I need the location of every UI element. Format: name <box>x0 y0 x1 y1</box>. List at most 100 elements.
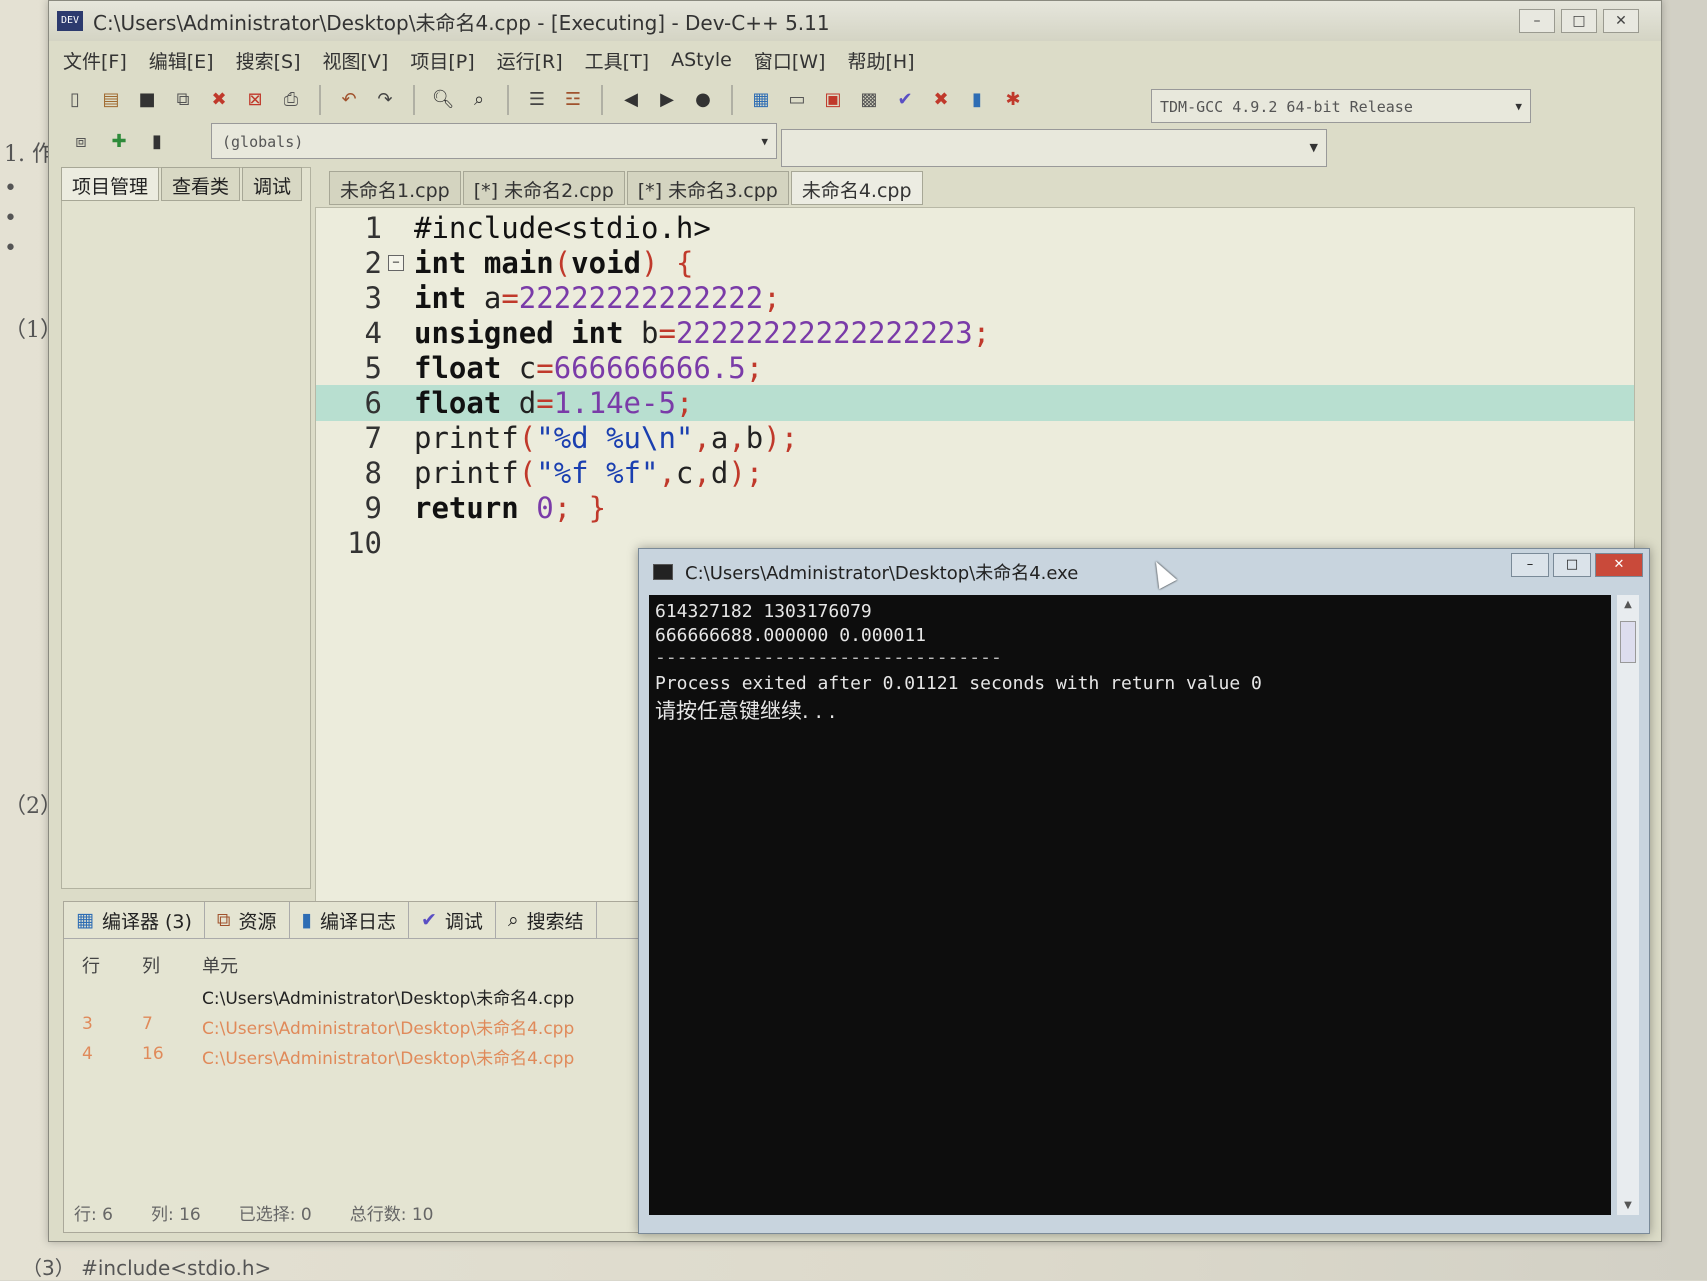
menu-window[interactable]: 窗口[W] <box>754 47 826 74</box>
tab-file-3[interactable]: [*] 未命名3.cpp <box>626 171 789 205</box>
tab-project[interactable]: 项目管理 <box>61 167 160 201</box>
chart-icon[interactable]: ▮ <box>963 86 991 114</box>
compile-icon[interactable]: ▦ <box>747 86 775 114</box>
new-file-icon[interactable]: ▯ <box>61 86 89 114</box>
indent-icon[interactable]: ☰ <box>523 86 551 114</box>
debug-icon[interactable]: ✱ <box>999 86 1027 114</box>
margin-bullet: • <box>4 206 17 231</box>
status-col: 16 <box>179 1205 201 1225</box>
console-output[interactable]: 614327182 1303176079 666666688.000000 0.… <box>649 595 1611 1215</box>
rebuild-icon[interactable]: ▩ <box>855 86 883 114</box>
tab-debug[interactable]: 调试 <box>242 167 303 201</box>
globals-value: (globals) <box>222 133 304 151</box>
line-number: 2 <box>364 246 382 280</box>
line-number: 5 <box>364 351 382 385</box>
console-title-bar[interactable]: C:\Users\Administrator\Desktop\未命名4.exe … <box>639 549 1649 595</box>
tab-file-1[interactable]: 未命名1.cpp <box>329 171 461 205</box>
fold-toggle-icon[interactable]: − <box>388 255 404 271</box>
tab-search-results[interactable]: ⌕ 搜索结 <box>496 902 597 938</box>
code-text: int main(void) { <box>414 246 694 280</box>
open-file-icon[interactable]: ▤ <box>97 86 125 114</box>
maximize-button[interactable]: □ <box>1561 9 1597 33</box>
unindent-icon[interactable]: ☲ <box>559 86 587 114</box>
menu-file[interactable]: 文件[F] <box>63 47 127 74</box>
save-icon[interactable]: ■ <box>133 86 161 114</box>
title-bar[interactable]: DEV C:\Users\Administrator\Desktop\未命名4.… <box>49 1 1661 41</box>
forward-icon[interactable]: ▶ <box>653 86 681 114</box>
tab-file-2[interactable]: [*] 未命名2.cpp <box>462 171 625 205</box>
stop-icon[interactable]: ✖ <box>927 86 955 114</box>
code-text: int a=22222222222222; <box>414 281 781 315</box>
menu-view[interactable]: 视图[V] <box>323 47 389 74</box>
code-line[interactable]: 5 float c=666666666.5; <box>316 350 1634 386</box>
remove-from-project-icon[interactable]: ▮ <box>143 128 171 156</box>
console-close-button[interactable]: ✕ <box>1595 553 1643 577</box>
menu-tools[interactable]: 工具[T] <box>585 47 649 74</box>
menu-edit[interactable]: 编辑[E] <box>149 47 214 74</box>
message-row[interactable]: C:\Users\Administrator\Desktop\未命名4.cpp <box>78 980 678 1010</box>
margin-bullet: • <box>4 236 17 261</box>
new-project-icon[interactable]: ⧈ <box>67 128 95 156</box>
console-title: C:\Users\Administrator\Desktop\未命名4.exe <box>685 563 1079 584</box>
save-all-icon[interactable]: ⧉ <box>169 86 197 114</box>
globals-select[interactable]: (globals) ▼ <box>211 123 777 159</box>
back-icon[interactable]: ◀ <box>617 86 645 114</box>
close-button[interactable]: ✕ <box>1603 9 1639 33</box>
message-row[interactable]: 4 16 C:\Users\Administrator\Desktop\未命名4… <box>78 1040 678 1070</box>
console-minimize-button[interactable]: – <box>1511 553 1549 577</box>
tab-compiler-label: 编译器 (3) <box>101 910 192 933</box>
line-number: 10 <box>347 526 382 560</box>
code-line[interactable]: 4 unsigned int b=22222222222222223; <box>316 315 1634 351</box>
window-title: C:\Users\Administrator\Desktop\未命名4.cpp … <box>93 10 830 35</box>
tab-resources[interactable]: ⧉ 资源 <box>205 902 290 938</box>
main-toolbar: ▯ ▤ ■ ⧉ ✖ ⊠ ⎙ ↶ ↷ 🔍︎ ⌕ ☰ ☲ ◀ ▶ ● ▦ ▭ ▣ ▩… <box>61 79 1027 121</box>
check-icon[interactable]: ✔ <box>891 86 919 114</box>
scroll-down-icon[interactable]: ▼ <box>1617 1200 1639 1211</box>
tab-classes[interactable]: 查看类 <box>161 167 241 201</box>
replace-icon[interactable]: ⌕ <box>465 86 493 114</box>
menu-astyle[interactable]: AStyle <box>671 49 732 71</box>
print-icon[interactable]: ⎙ <box>277 86 305 114</box>
console-scrollbar[interactable]: ▲ ▼ <box>1617 595 1639 1215</box>
menu-run[interactable]: 运行[R] <box>497 47 563 74</box>
scroll-up-icon[interactable]: ▲ <box>1617 599 1639 610</box>
find-icon[interactable]: 🔍︎ <box>429 86 457 114</box>
code-line[interactable]: 9 return 0; } <box>316 490 1634 526</box>
line-number: 6 <box>364 386 382 420</box>
minimize-button[interactable]: – <box>1519 9 1555 33</box>
redo-icon[interactable]: ↷ <box>371 86 399 114</box>
menu-project[interactable]: 项目[P] <box>410 47 474 74</box>
code-text: printf("%f %f",c,d); <box>414 456 764 490</box>
console-line: 666666688.000000 0.000011 <box>655 625 926 646</box>
tab-compiler[interactable]: ▦ 编译器 (3) <box>64 902 205 938</box>
code-line[interactable]: 7 printf("%d %u\n",a,b); <box>316 420 1634 456</box>
scroll-thumb[interactable] <box>1620 621 1636 663</box>
close-file-icon[interactable]: ✖ <box>205 86 233 114</box>
tab-compile-log[interactable]: ▮ 编译日志 <box>290 902 409 938</box>
code-line[interactable]: 8 printf("%f %f",c,d); <box>316 455 1634 491</box>
menu-search[interactable]: 搜索[S] <box>236 47 301 74</box>
close-all-icon[interactable]: ⊠ <box>241 86 269 114</box>
code-line[interactable]: 6 float d=1.14e-5; <box>316 385 1634 421</box>
add-to-project-icon[interactable]: ✚ <box>105 128 133 156</box>
bookmark-icon[interactable]: ● <box>689 86 717 114</box>
console-line: 请按任意键继续. . . <box>655 699 836 723</box>
compile-run-icon[interactable]: ▣ <box>819 86 847 114</box>
console-maximize-button[interactable]: □ <box>1553 553 1591 577</box>
compiler-select[interactable]: TDM-GCC 4.9.2 64-bit Release ▼ <box>1151 89 1531 123</box>
status-selected-label: 已选择: <box>238 1205 296 1225</box>
run-icon[interactable]: ▭ <box>783 86 811 114</box>
code-line[interactable]: 1 #include<stdio.h> <box>316 210 1634 246</box>
code-line[interactable]: 3 int a=22222222222222; <box>316 280 1634 316</box>
undo-icon[interactable]: ↶ <box>335 86 363 114</box>
members-select[interactable]: ▼ <box>781 129 1327 167</box>
console-window: C:\Users\Administrator\Desktop\未命名4.exe … <box>638 548 1650 1234</box>
message-row[interactable]: 3 7 C:\Users\Administrator\Desktop\未命名4.… <box>78 1010 678 1040</box>
code-line[interactable]: 2 int main(void) {− <box>316 245 1634 281</box>
menu-bar: 文件[F] 编辑[E] 搜索[S] 视图[V] 项目[P] 运行[R] 工具[T… <box>49 43 1661 77</box>
console-icon <box>653 564 673 580</box>
message-col: 16 <box>142 1044 164 1064</box>
menu-help[interactable]: 帮助[H] <box>847 47 914 74</box>
tab-debug-output[interactable]: ✔ 调试 <box>409 902 496 938</box>
tab-file-4[interactable]: 未命名4.cpp <box>790 171 923 205</box>
